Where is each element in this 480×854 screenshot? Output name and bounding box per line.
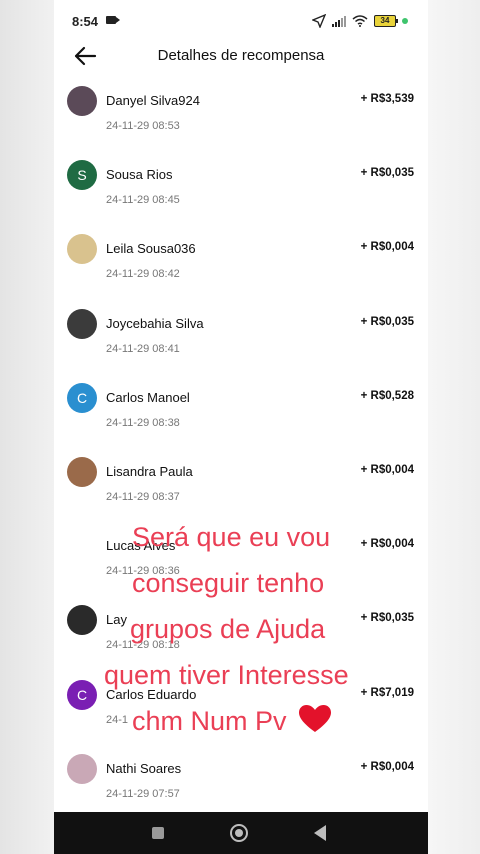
reward-amount: + R$3,539 bbox=[360, 93, 414, 105]
list-item[interactable]: Lisandra Paula 24-11-29 08:37 + R$0,004 bbox=[54, 456, 428, 531]
avatar: C bbox=[67, 382, 97, 413]
camera-icon bbox=[106, 16, 120, 24]
reward-amount: + R$0,004 bbox=[360, 463, 414, 476]
list-item[interactable]: Lucas Alves 24-11-29 08:36 + R$0,004 bbox=[54, 531, 428, 605]
user-name: Danyel Silva924 bbox=[106, 93, 200, 108]
avatar bbox=[67, 605, 97, 636]
user-name: Lay bbox=[106, 612, 127, 628]
user-name: Carlos Manoel bbox=[106, 389, 190, 405]
back-nav-button[interactable] bbox=[314, 825, 326, 841]
avatar bbox=[67, 86, 97, 116]
avatar: C bbox=[67, 679, 97, 710]
location-arrow-icon bbox=[312, 14, 326, 28]
list-item[interactable]: C Carlos Eduardo 24-1 + R$7,019 bbox=[54, 679, 428, 754]
avatar bbox=[67, 234, 97, 265]
timestamp: 24-11-29 08:38 bbox=[106, 416, 180, 429]
status-bar: 8:54 34 bbox=[54, 0, 428, 40]
avatar bbox=[67, 456, 97, 487]
timestamp: 24-11-29 08:18 bbox=[106, 639, 180, 652]
page-title: Detalhes de recompensa bbox=[157, 47, 325, 64]
timestamp: 24-11-29 08:37 bbox=[106, 490, 180, 503]
reward-amount: + R$0,004 bbox=[360, 241, 414, 254]
status-time: 8:54 bbox=[72, 14, 99, 29]
list-item[interactable]: Joycebahia Silva 24-11-29 08:41 + R$0,03… bbox=[54, 308, 428, 383]
list-item[interactable]: S Sousa Rios 24-11-29 08:45 + R$0,035 bbox=[54, 160, 428, 234]
notification-dot bbox=[402, 18, 408, 24]
avatar bbox=[67, 308, 97, 339]
phone-screen: 8:54 34 Detalhes de recompensa Danyel Si… bbox=[54, 0, 428, 854]
home-button[interactable] bbox=[230, 824, 248, 842]
timestamp: 24-11-29 07:57 bbox=[106, 787, 180, 800]
reward-amount: + R$0,528 bbox=[360, 389, 414, 402]
user-name: Carlos Eduardo bbox=[106, 686, 197, 702]
list-item[interactable]: C Carlos Manoel 24-11-29 08:38 + R$0,528 bbox=[54, 382, 428, 457]
wifi-icon bbox=[352, 15, 368, 27]
reward-amount: + R$0,004 bbox=[360, 538, 414, 551]
header: Detalhes de recompensa bbox=[54, 40, 428, 72]
reward-amount: + R$0,035 bbox=[360, 612, 414, 625]
avatar bbox=[67, 531, 97, 562]
user-name: Leila Sousa036 bbox=[106, 241, 196, 257]
user-name: Lisandra Paula bbox=[106, 463, 193, 479]
user-name: Lucas Alves bbox=[106, 538, 176, 554]
user-name: Nathi Soares bbox=[106, 760, 182, 776]
timestamp: 24-11-29 08:45 bbox=[106, 194, 180, 207]
timestamp: 24-11-29 08:53 bbox=[106, 120, 180, 132]
timestamp: 24-11-29 08:42 bbox=[106, 268, 180, 281]
system-nav-bar bbox=[54, 812, 428, 854]
signal-icon bbox=[332, 15, 346, 27]
user-name: Sousa Rios bbox=[106, 167, 173, 183]
list-item[interactable]: Leila Sousa036 24-11-29 08:42 + R$0,004 bbox=[54, 234, 428, 308]
timestamp: 24-11-29 08:41 bbox=[106, 342, 180, 355]
list-item[interactable]: Lay 24-11-29 08:18 + R$0,035 bbox=[54, 605, 428, 679]
user-name: Joycebahia Silva bbox=[106, 315, 204, 331]
reward-amount: + R$0,004 bbox=[360, 760, 414, 773]
background-left bbox=[0, 0, 54, 854]
list-item[interactable]: Danyel Silva924 24-11-29 08:53 + R$3,539 bbox=[54, 86, 428, 160]
battery-icon: 34 bbox=[374, 15, 398, 27]
timestamp: 24-11-29 08:36 bbox=[106, 565, 180, 578]
reward-list: Danyel Silva924 24-11-29 08:53 + R$3,539… bbox=[54, 86, 428, 828]
recent-apps-button[interactable] bbox=[152, 827, 164, 839]
timestamp: 24-1 bbox=[106, 713, 129, 726]
background-right bbox=[428, 0, 480, 854]
reward-amount: + R$7,019 bbox=[360, 686, 414, 699]
reward-amount: + R$0,035 bbox=[360, 167, 414, 180]
reward-amount: + R$0,035 bbox=[360, 315, 414, 328]
avatar bbox=[67, 753, 97, 784]
avatar: S bbox=[67, 160, 97, 191]
